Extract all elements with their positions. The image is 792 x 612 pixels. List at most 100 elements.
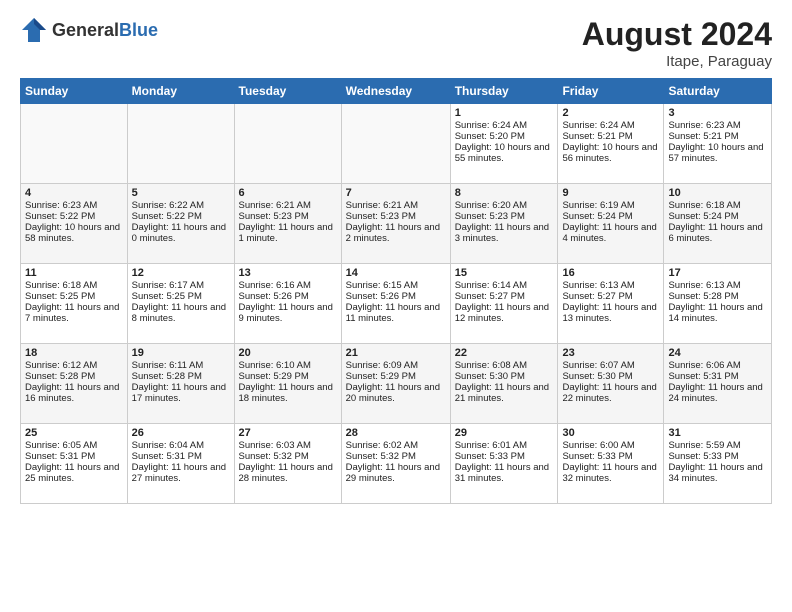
day-number: 23: [562, 347, 659, 359]
calendar-cell: 25Sunrise: 6:05 AMSunset: 5:31 PMDayligh…: [21, 424, 128, 504]
day-number: 2: [562, 107, 659, 119]
day-info: Sunrise: 6:21 AMSunset: 5:23 PMDaylight:…: [239, 200, 333, 244]
calendar-cell: 14Sunrise: 6:15 AMSunset: 5:26 PMDayligh…: [341, 264, 450, 344]
location: Itape, Paraguay: [582, 53, 772, 70]
calendar-cell: 11Sunrise: 6:18 AMSunset: 5:25 PMDayligh…: [21, 264, 128, 344]
day-number: 30: [562, 427, 659, 439]
calendar-cell: 29Sunrise: 6:01 AMSunset: 5:33 PMDayligh…: [450, 424, 558, 504]
calendar-body: 1Sunrise: 6:24 AMSunset: 5:20 PMDaylight…: [21, 104, 772, 504]
calendar-cell: 8Sunrise: 6:20 AMSunset: 5:23 PMDaylight…: [450, 184, 558, 264]
day-number: 7: [346, 187, 446, 199]
day-number: 16: [562, 267, 659, 279]
col-thursday: Thursday: [450, 79, 558, 104]
calendar-cell: 3Sunrise: 6:23 AMSunset: 5:21 PMDaylight…: [664, 104, 772, 184]
day-info: Sunrise: 6:24 AMSunset: 5:21 PMDaylight:…: [562, 120, 657, 164]
calendar-cell: 31Sunrise: 5:59 AMSunset: 5:33 PMDayligh…: [664, 424, 772, 504]
day-info: Sunrise: 6:18 AMSunset: 5:25 PMDaylight:…: [25, 280, 119, 324]
day-info: Sunrise: 6:20 AMSunset: 5:23 PMDaylight:…: [455, 200, 549, 244]
day-number: 11: [25, 267, 123, 279]
calendar-cell: 16Sunrise: 6:13 AMSunset: 5:27 PMDayligh…: [558, 264, 664, 344]
calendar-cell: 17Sunrise: 6:13 AMSunset: 5:28 PMDayligh…: [664, 264, 772, 344]
day-info: Sunrise: 6:15 AMSunset: 5:26 PMDaylight:…: [346, 280, 440, 324]
calendar-cell: 18Sunrise: 6:12 AMSunset: 5:28 PMDayligh…: [21, 344, 128, 424]
day-number: 8: [455, 187, 554, 199]
calendar-cell: 21Sunrise: 6:09 AMSunset: 5:29 PMDayligh…: [341, 344, 450, 424]
calendar-cell: 1Sunrise: 6:24 AMSunset: 5:20 PMDaylight…: [450, 104, 558, 184]
calendar-cell: 10Sunrise: 6:18 AMSunset: 5:24 PMDayligh…: [664, 184, 772, 264]
logo-text-blue: Blue: [119, 20, 158, 40]
calendar-cell: 27Sunrise: 6:03 AMSunset: 5:32 PMDayligh…: [234, 424, 341, 504]
day-info: Sunrise: 6:17 AMSunset: 5:25 PMDaylight:…: [132, 280, 226, 324]
day-info: Sunrise: 6:23 AMSunset: 5:22 PMDaylight:…: [25, 200, 120, 244]
day-number: 13: [239, 267, 337, 279]
calendar-cell: 7Sunrise: 6:21 AMSunset: 5:23 PMDaylight…: [341, 184, 450, 264]
day-info: Sunrise: 6:14 AMSunset: 5:27 PMDaylight:…: [455, 280, 549, 324]
col-friday: Friday: [558, 79, 664, 104]
day-number: 28: [346, 427, 446, 439]
calendar-page: GeneralBlue August 2024 Itape, Paraguay …: [0, 0, 792, 612]
logo: GeneralBlue: [20, 16, 158, 44]
calendar-cell: 5Sunrise: 6:22 AMSunset: 5:22 PMDaylight…: [127, 184, 234, 264]
day-number: 10: [668, 187, 767, 199]
day-info: Sunrise: 6:07 AMSunset: 5:30 PMDaylight:…: [562, 360, 656, 404]
header: GeneralBlue August 2024 Itape, Paraguay: [20, 16, 772, 70]
day-number: 4: [25, 187, 123, 199]
calendar-cell: 12Sunrise: 6:17 AMSunset: 5:25 PMDayligh…: [127, 264, 234, 344]
calendar-cell: 20Sunrise: 6:10 AMSunset: 5:29 PMDayligh…: [234, 344, 341, 424]
day-number: 12: [132, 267, 230, 279]
day-number: 19: [132, 347, 230, 359]
day-info: Sunrise: 6:12 AMSunset: 5:28 PMDaylight:…: [25, 360, 119, 404]
day-info: Sunrise: 6:18 AMSunset: 5:24 PMDaylight:…: [668, 200, 762, 244]
day-info: Sunrise: 6:13 AMSunset: 5:28 PMDaylight:…: [668, 280, 762, 324]
calendar-cell: [127, 104, 234, 184]
calendar-week-1: 1Sunrise: 6:24 AMSunset: 5:20 PMDaylight…: [21, 104, 772, 184]
day-number: 26: [132, 427, 230, 439]
day-info: Sunrise: 6:01 AMSunset: 5:33 PMDaylight:…: [455, 440, 549, 484]
col-monday: Monday: [127, 79, 234, 104]
calendar-week-3: 11Sunrise: 6:18 AMSunset: 5:25 PMDayligh…: [21, 264, 772, 344]
calendar-cell: 2Sunrise: 6:24 AMSunset: 5:21 PMDaylight…: [558, 104, 664, 184]
calendar-cell: 30Sunrise: 6:00 AMSunset: 5:33 PMDayligh…: [558, 424, 664, 504]
day-info: Sunrise: 6:05 AMSunset: 5:31 PMDaylight:…: [25, 440, 119, 484]
day-number: 3: [668, 107, 767, 119]
day-number: 31: [668, 427, 767, 439]
day-number: 17: [668, 267, 767, 279]
day-info: Sunrise: 6:16 AMSunset: 5:26 PMDaylight:…: [239, 280, 333, 324]
day-info: Sunrise: 6:22 AMSunset: 5:22 PMDaylight:…: [132, 200, 226, 244]
day-info: Sunrise: 6:09 AMSunset: 5:29 PMDaylight:…: [346, 360, 440, 404]
calendar-cell: [21, 104, 128, 184]
calendar-cell: 4Sunrise: 6:23 AMSunset: 5:22 PMDaylight…: [21, 184, 128, 264]
day-number: 1: [455, 107, 554, 119]
day-info: Sunrise: 5:59 AMSunset: 5:33 PMDaylight:…: [668, 440, 762, 484]
calendar-cell: 19Sunrise: 6:11 AMSunset: 5:28 PMDayligh…: [127, 344, 234, 424]
day-info: Sunrise: 6:11 AMSunset: 5:28 PMDaylight:…: [132, 360, 226, 404]
calendar-cell: 6Sunrise: 6:21 AMSunset: 5:23 PMDaylight…: [234, 184, 341, 264]
day-number: 5: [132, 187, 230, 199]
day-info: Sunrise: 6:13 AMSunset: 5:27 PMDaylight:…: [562, 280, 656, 324]
col-saturday: Saturday: [664, 79, 772, 104]
day-number: 6: [239, 187, 337, 199]
day-number: 22: [455, 347, 554, 359]
day-info: Sunrise: 6:06 AMSunset: 5:31 PMDaylight:…: [668, 360, 762, 404]
col-wednesday: Wednesday: [341, 79, 450, 104]
calendar-cell: 24Sunrise: 6:06 AMSunset: 5:31 PMDayligh…: [664, 344, 772, 424]
day-number: 18: [25, 347, 123, 359]
day-info: Sunrise: 6:03 AMSunset: 5:32 PMDaylight:…: [239, 440, 333, 484]
calendar-week-2: 4Sunrise: 6:23 AMSunset: 5:22 PMDaylight…: [21, 184, 772, 264]
day-number: 27: [239, 427, 337, 439]
calendar-cell: 22Sunrise: 6:08 AMSunset: 5:30 PMDayligh…: [450, 344, 558, 424]
day-number: 25: [25, 427, 123, 439]
calendar-cell: [341, 104, 450, 184]
calendar-cell: 23Sunrise: 6:07 AMSunset: 5:30 PMDayligh…: [558, 344, 664, 424]
day-number: 29: [455, 427, 554, 439]
day-info: Sunrise: 6:21 AMSunset: 5:23 PMDaylight:…: [346, 200, 440, 244]
logo-icon: [20, 16, 48, 44]
calendar-cell: 28Sunrise: 6:02 AMSunset: 5:32 PMDayligh…: [341, 424, 450, 504]
calendar-header-row: Sunday Monday Tuesday Wednesday Thursday…: [21, 79, 772, 104]
day-number: 21: [346, 347, 446, 359]
day-number: 24: [668, 347, 767, 359]
calendar-cell: 9Sunrise: 6:19 AMSunset: 5:24 PMDaylight…: [558, 184, 664, 264]
day-number: 15: [455, 267, 554, 279]
day-info: Sunrise: 6:24 AMSunset: 5:20 PMDaylight:…: [455, 120, 550, 164]
calendar-week-4: 18Sunrise: 6:12 AMSunset: 5:28 PMDayligh…: [21, 344, 772, 424]
